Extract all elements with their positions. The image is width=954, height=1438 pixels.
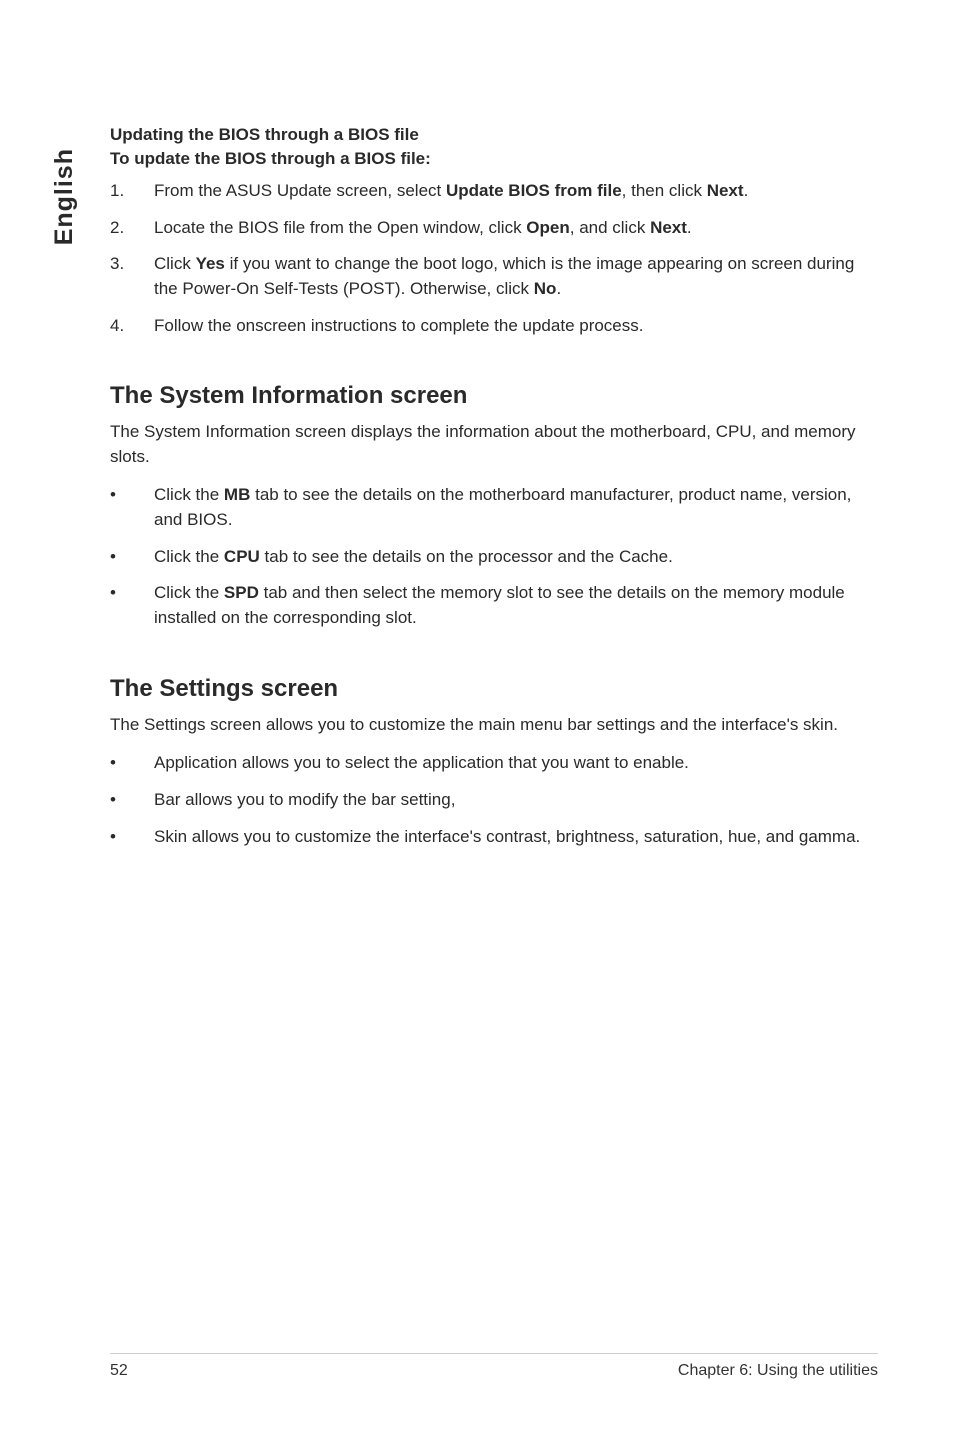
item-text: Click the MB tab to see the details on t… xyxy=(154,483,878,532)
page-footer: 52 Chapter 6: Using the utilities xyxy=(0,1353,954,1380)
list-item: 1. From the ASUS Update screen, select U… xyxy=(110,179,878,204)
list-item: • Bar allows you to modify the bar setti… xyxy=(110,788,878,813)
list-item: • Click the MB tab to see the details on… xyxy=(110,483,878,532)
step-number: 3. xyxy=(110,252,154,301)
item-text: Application allows you to select the app… xyxy=(154,751,689,776)
step-text: Follow the onscreen instructions to comp… xyxy=(154,314,644,339)
bullet-icon: • xyxy=(110,581,154,630)
language-tab: English xyxy=(50,148,79,245)
list-item: • Skin allows you to customize the inter… xyxy=(110,825,878,850)
list-item: • Click the CPU tab to see the details o… xyxy=(110,545,878,570)
item-text: Click the CPU tab to see the details on … xyxy=(154,545,673,570)
step-number: 4. xyxy=(110,314,154,339)
bullet-icon: • xyxy=(110,825,154,850)
list-item: 2. Locate the BIOS file from the Open wi… xyxy=(110,216,878,241)
bullet-icon: • xyxy=(110,545,154,570)
list-item: 4. Follow the onscreen instructions to c… xyxy=(110,314,878,339)
step-text: From the ASUS Update screen, select Upda… xyxy=(154,179,748,204)
sysinfo-list: • Click the MB tab to see the details on… xyxy=(110,483,878,630)
bios-file-heading-2: To update the BIOS through a BIOS file: xyxy=(110,149,878,169)
step-text: Locate the BIOS file from the Open windo… xyxy=(154,216,692,241)
footer-divider xyxy=(110,1353,878,1354)
settings-title: The Settings screen xyxy=(110,675,878,703)
list-item: 3. Click Yes if you want to change the b… xyxy=(110,252,878,301)
settings-intro: The Settings screen allows you to custom… xyxy=(110,713,878,738)
item-text: Bar allows you to modify the bar setting… xyxy=(154,788,455,813)
bullet-icon: • xyxy=(110,751,154,776)
sysinfo-intro: The System Information screen displays t… xyxy=(110,420,878,469)
bios-file-steps: 1. From the ASUS Update screen, select U… xyxy=(110,179,878,338)
sysinfo-title: The System Information screen xyxy=(110,382,878,410)
step-number: 2. xyxy=(110,216,154,241)
step-number: 1. xyxy=(110,179,154,204)
page-number: 52 xyxy=(110,1362,128,1380)
chapter-label: Chapter 6: Using the utilities xyxy=(678,1362,878,1380)
list-item: • Application allows you to select the a… xyxy=(110,751,878,776)
bios-file-heading-1: Updating the BIOS through a BIOS file xyxy=(110,125,878,145)
item-text: Skin allows you to customize the interfa… xyxy=(154,825,860,850)
settings-list: • Application allows you to select the a… xyxy=(110,751,878,849)
item-text: Click the SPD tab and then select the me… xyxy=(154,581,878,630)
bullet-icon: • xyxy=(110,483,154,532)
page-content: Updating the BIOS through a BIOS file To… xyxy=(0,0,954,849)
list-item: • Click the SPD tab and then select the … xyxy=(110,581,878,630)
bullet-icon: • xyxy=(110,788,154,813)
step-text: Click Yes if you want to change the boot… xyxy=(154,252,878,301)
